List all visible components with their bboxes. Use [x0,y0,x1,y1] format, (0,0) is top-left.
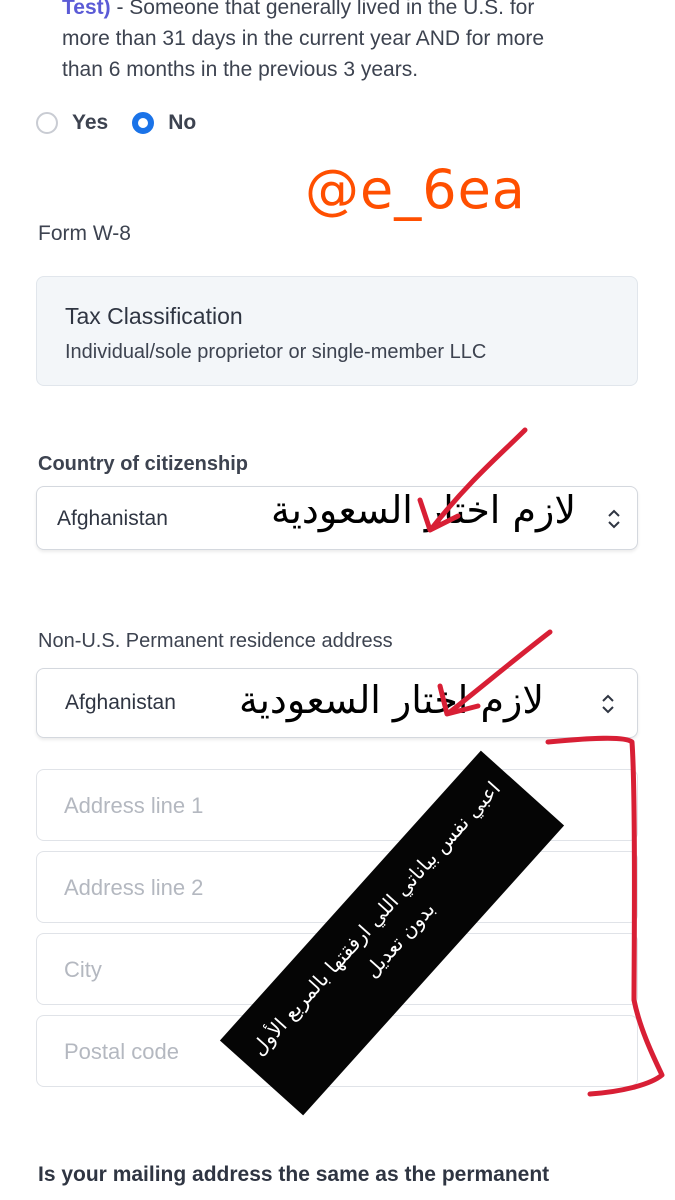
mailing-address-question: Is your mailing address the same as the … [38,1163,550,1186]
arrow-to-residence-head [437,683,481,717]
page: { "intro": { "link_text": "Test)", "text… [0,0,675,1200]
address-bracket [545,735,665,1097]
arrow-to-residence [447,629,553,715]
arrow-to-citizenship [429,427,528,531]
